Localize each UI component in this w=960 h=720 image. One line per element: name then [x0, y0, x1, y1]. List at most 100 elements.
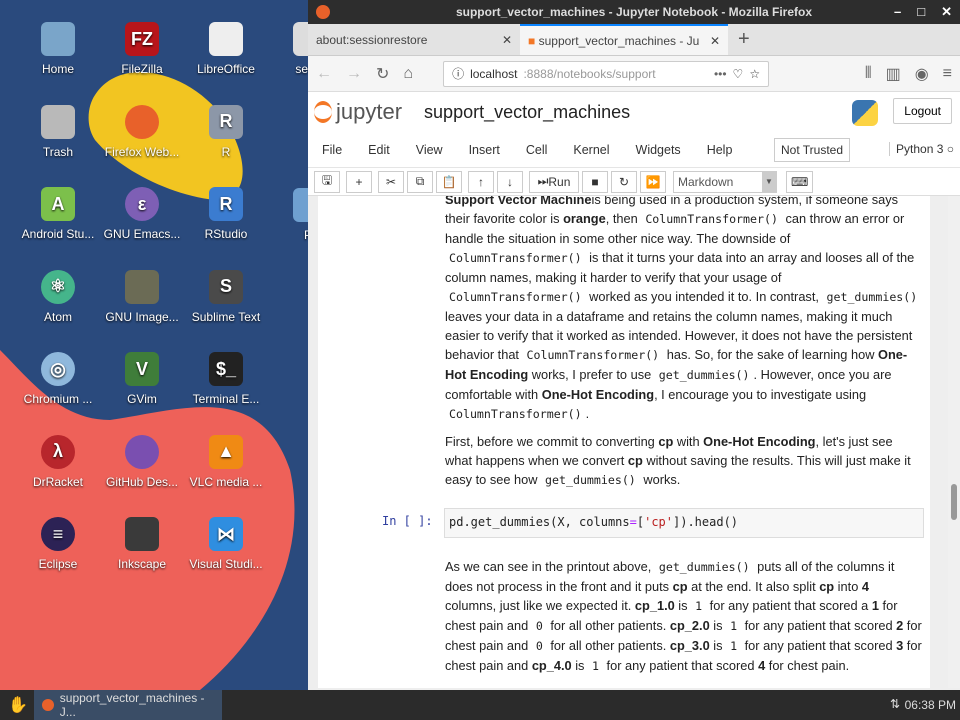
- desktop-icon[interactable]: ⚛ Atom: [16, 269, 100, 324]
- bookmark-star-icon[interactable]: ☆: [749, 67, 760, 81]
- app-icon: [41, 22, 75, 56]
- markdown-cell[interactable]: First, before we commit to converting cp…: [445, 432, 923, 490]
- text: works, I prefer to use: [528, 367, 655, 382]
- not-trusted-badge[interactable]: Not Trusted: [774, 138, 851, 162]
- scrollbar[interactable]: [948, 196, 960, 688]
- notebook-toolbar: 🖫 + ✂ ⧉ 📋 ↑ ↓ ⏭ Run ■ ↻ ⏩ Markdown ▼ ⌨: [308, 168, 960, 196]
- cell-type-select[interactable]: Markdown ▼: [673, 170, 777, 193]
- desktop-icon-partial[interactable]: Pr: [268, 188, 308, 242]
- desktop-icon[interactable]: GNU Image...: [100, 269, 184, 324]
- app-icon: ⚛: [41, 269, 75, 304]
- desktop-icon-label: Visual Studi...: [189, 557, 263, 571]
- tab-sessionrestore[interactable]: about:sessionrestore ✕: [308, 24, 520, 55]
- app-icon: R: [209, 104, 243, 139]
- jupyter-logo[interactable]: jupyter: [314, 99, 402, 125]
- sidebar-icon[interactable]: ▥: [886, 64, 901, 84]
- app-icon: R: [209, 187, 243, 221]
- markdown-cell[interactable]: As we can see in the printout above, get…: [445, 557, 923, 676]
- menu-file[interactable]: File: [322, 143, 342, 157]
- desktop-icon-label: Terminal E...: [192, 392, 260, 406]
- menu-widgets[interactable]: Widgets: [636, 143, 681, 157]
- minimize-icon[interactable]: –: [894, 4, 901, 20]
- desktop-icon[interactable]: A Android Stu...: [16, 187, 100, 241]
- text: into: [834, 579, 862, 594]
- desktop-icon[interactable]: ⋈ Visual Studi...: [184, 517, 268, 571]
- move-down-icon[interactable]: ↓: [497, 170, 523, 193]
- desktop-icon[interactable]: λ DrRacket: [16, 434, 100, 489]
- run-button[interactable]: ⏭ Run: [529, 170, 579, 193]
- pocket-icon[interactable]: ♡: [733, 67, 744, 81]
- add-cell-icon[interactable]: +: [346, 170, 372, 193]
- kernel-status-icon: ○: [946, 142, 954, 156]
- desktop-icon[interactable]: LibreOffice: [184, 22, 268, 76]
- markdown-cell[interactable]: Support Vector Machineis being used in a…: [445, 196, 923, 424]
- desktop-icon[interactable]: FZ FileZilla: [100, 22, 184, 76]
- code-cell[interactable]: In [ ]: pd.get_dummies(X, columns=['cp']…: [378, 508, 924, 538]
- more-icon[interactable]: •••: [714, 67, 727, 81]
- app-icon: A: [41, 187, 75, 221]
- logout-button[interactable]: Logout: [893, 98, 952, 124]
- restart-icon[interactable]: ↻: [611, 170, 637, 193]
- new-tab-button[interactable]: +: [728, 24, 760, 55]
- text: First, before we commit to converting: [445, 434, 659, 449]
- bold-text: cp: [819, 579, 835, 594]
- window-title: support_vector_machines - Jupyter Notebo…: [455, 5, 813, 19]
- scrollbar-thumb[interactable]: [951, 484, 957, 520]
- back-icon[interactable]: ←: [316, 65, 332, 83]
- save-icon[interactable]: 🖫: [314, 170, 340, 193]
- url-bar[interactable]: ⓘ localhost:8888/notebooks/support ••• ♡ ☆: [443, 60, 770, 87]
- paste-icon[interactable]: 📋: [436, 170, 462, 193]
- menu-help[interactable]: Help: [707, 143, 733, 157]
- close-tab-icon[interactable]: ✕: [502, 33, 512, 47]
- close-tab-icon[interactable]: ✕: [710, 34, 720, 48]
- bold-text: cp: [672, 579, 688, 594]
- notebook-name[interactable]: support_vector_machines: [424, 102, 630, 123]
- menu-icon[interactable]: ≡: [943, 65, 952, 83]
- app-icon: FZ: [125, 22, 159, 56]
- desktop-icon[interactable]: ε GNU Emacs...: [100, 187, 184, 241]
- stop-icon[interactable]: ■: [582, 170, 608, 193]
- desktop-icon[interactable]: R RStudio: [184, 187, 268, 241]
- menu-edit[interactable]: Edit: [368, 143, 390, 157]
- menu-cell[interactable]: Cell: [526, 143, 548, 157]
- desktop-icon[interactable]: ◎ Chromium ...: [16, 352, 100, 406]
- desktop-icon[interactable]: Inkscape: [100, 517, 184, 571]
- forward-icon[interactable]: →: [346, 65, 362, 83]
- reload-icon[interactable]: ↻: [376, 64, 389, 84]
- account-icon[interactable]: ◉: [915, 64, 929, 84]
- taskbar-item-firefox[interactable]: support_vector_machines - J...: [33, 690, 222, 720]
- library-icon[interactable]: ⫴: [865, 65, 872, 83]
- desktop-icon[interactable]: $_ Terminal E...: [184, 352, 268, 406]
- maximize-icon[interactable]: □: [917, 4, 925, 20]
- desktop-icon[interactable]: ▲ VLC media ...: [184, 434, 268, 489]
- app-icon: S: [209, 269, 243, 304]
- home-icon[interactable]: ⌂: [403, 65, 413, 83]
- copy-icon[interactable]: ⧉: [407, 170, 433, 193]
- network-icon[interactable]: ⇅: [890, 697, 900, 711]
- inline-code: 1: [730, 639, 738, 653]
- menu-view[interactable]: View: [416, 143, 443, 157]
- bold-text: cp_2.0: [669, 618, 710, 633]
- desktop-icon[interactable]: S Sublime Text: [184, 269, 268, 324]
- desktop-icon-setup[interactable]: setup: [268, 22, 308, 76]
- desktop-icon[interactable]: GitHub Des...: [100, 434, 184, 489]
- fast-forward-icon[interactable]: ⏩: [640, 170, 666, 193]
- cut-icon[interactable]: ✂: [378, 170, 404, 193]
- menu-insert[interactable]: Insert: [469, 143, 500, 157]
- wallpaper-shapes: [0, 72, 295, 690]
- tab-notebook[interactable]: ■ support_vector_machines - Ju ✕: [520, 24, 728, 55]
- move-up-icon[interactable]: ↑: [468, 170, 494, 193]
- desktop-icon[interactable]: ≡ Eclipse: [16, 517, 100, 571]
- close-icon[interactable]: ✕: [941, 4, 952, 20]
- desktop-icon[interactable]: Home: [16, 22, 100, 76]
- inline-code: get_dummies(): [545, 473, 636, 487]
- desktop-icon[interactable]: RR: [184, 104, 268, 159]
- code-input[interactable]: pd.get_dummies(X, columns=['cp']).head(): [444, 508, 924, 538]
- start-menu-icon[interactable]: ✋: [8, 695, 28, 715]
- desktop-icon[interactable]: Trash: [16, 104, 100, 159]
- desktop-icon[interactable]: V GVim: [100, 352, 184, 406]
- app-icon: ⋈: [209, 517, 243, 551]
- menu-kernel[interactable]: Kernel: [573, 143, 609, 157]
- desktop-icon[interactable]: Firefox Web...: [100, 104, 184, 159]
- keyboard-icon[interactable]: ⌨: [786, 170, 814, 193]
